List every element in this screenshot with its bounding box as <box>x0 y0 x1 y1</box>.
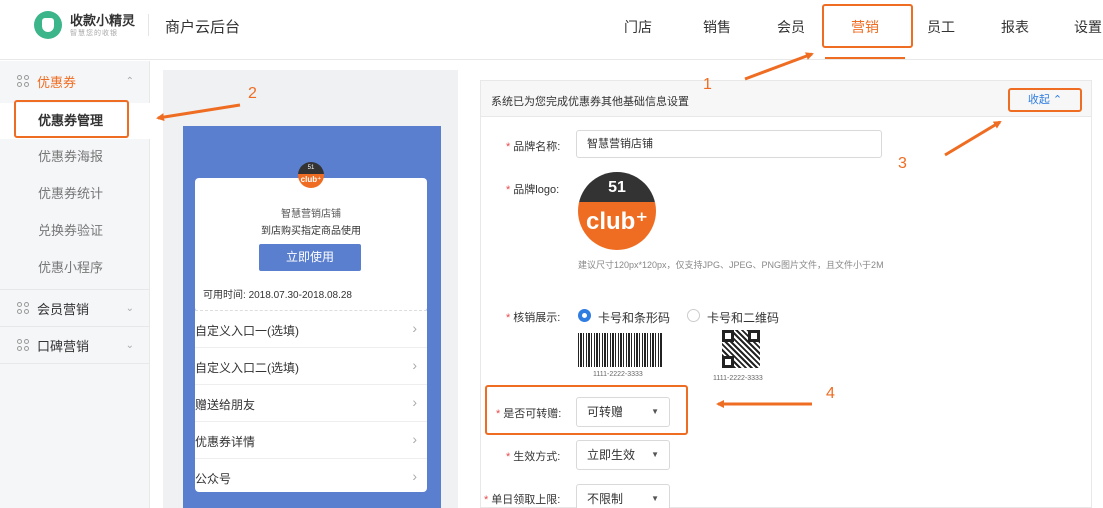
collapse-button[interactable]: 收起 ⌃ <box>1008 88 1082 112</box>
nav-item-stores[interactable]: 门店 <box>624 17 652 37</box>
chevron-right-icon: › <box>412 357 417 373</box>
radio-qrcode-label[interactable]: 卡号和二维码 <box>707 309 779 326</box>
app-title: 商户云后台 <box>165 19 241 36</box>
verify-display-label: * 核销展示: <box>506 312 561 324</box>
preview-entry-list: 自定义入口一(选填) › 自定义入口二(选填) › 赠送给朋友 › 优惠券详情 … <box>195 310 427 492</box>
annotation-number: 2 <box>248 85 257 102</box>
chevron-right-icon: › <box>412 320 417 336</box>
effect-select[interactable]: 立即生效 ▼ <box>576 440 670 470</box>
preview-logo: 51 club⁺ <box>298 162 324 188</box>
sidebar-group-coupon[interactable]: 优惠券 ⌃ <box>0 63 150 99</box>
panel-header: 系统已为您完成优惠券其他基础信息设置 <box>481 81 1091 117</box>
radio-qrcode[interactable] <box>687 309 700 322</box>
chevron-right-icon: › <box>412 394 417 410</box>
grid-icon <box>17 302 29 314</box>
header-divider <box>148 14 149 36</box>
qrcode-image <box>722 330 760 368</box>
brand-logo[interactable]: 收款小精灵 智慧您的收银 <box>34 10 135 40</box>
barcode-image <box>578 333 662 367</box>
effect-label: * 生效方式: <box>506 451 561 463</box>
brand-name-label: * 品牌名称: <box>506 141 561 153</box>
annotation-number: 3 <box>898 155 907 172</box>
caret-down-icon: ▼ <box>651 450 659 459</box>
brand-slogan: 智慧您的收银 <box>70 29 118 37</box>
sidebar-item-coupon-stats[interactable]: 优惠券统计 <box>0 176 150 212</box>
sidebar-group-label: 会员营销 <box>37 301 90 317</box>
annotation-number: 1 <box>703 76 712 93</box>
sidebar-item-voucher-verify[interactable]: 兑换券验证 <box>0 213 150 249</box>
effect-select-value: 立即生效 <box>587 448 636 462</box>
preview-desc: 到店购买指定商品使用 <box>261 226 361 237</box>
highlight-transfer-field <box>485 385 688 435</box>
caret-down-icon: ▼ <box>651 494 659 503</box>
sidebar-group-member[interactable]: 会员营销 ⌄ <box>0 290 150 326</box>
preview-time-value: 2018.07.30-2018.08.28 <box>248 290 352 301</box>
brand-logo-upload[interactable]: 51 club⁺ <box>578 172 656 250</box>
nav-item-sales[interactable]: 销售 <box>703 17 731 37</box>
chevron-down-icon: ⌄ <box>125 339 134 351</box>
highlight-marketing-nav <box>822 4 913 48</box>
sidebar-group-koubei[interactable]: 口碑营销 ⌄ <box>0 327 150 363</box>
nav-item-staff[interactable]: 员工 <box>927 17 955 37</box>
list-item[interactable]: 赠送给朋友 › <box>195 385 427 422</box>
grid-icon <box>17 339 29 351</box>
preview-shop-name: 智慧营销店铺 <box>281 209 341 220</box>
qrcode-number: 1111-2222-3333 <box>713 375 763 382</box>
daily-limit-select[interactable]: 不限制 ▼ <box>576 484 670 508</box>
logo-hint: 建议尺寸120px*120px，仅支持JPG、JPEG、PNG图片文件，且文件小… <box>578 260 884 270</box>
nav-item-members[interactable]: 会员 <box>777 17 805 37</box>
nav-active-underline <box>825 57 905 59</box>
panel-header-note: 系统已为您完成优惠券其他基础信息设置 <box>491 96 689 108</box>
list-item-label: 优惠券详情 <box>195 435 256 449</box>
list-item[interactable]: 优惠券详情 › <box>195 422 427 459</box>
use-now-button[interactable]: 立即使用 <box>259 244 361 271</box>
preview-time: 可用时间: 2018.07.30-2018.08.28 <box>203 286 352 301</box>
radio-barcode-label[interactable]: 卡号和条形码 <box>598 309 670 326</box>
sidebar-group-label: 优惠券 <box>37 74 77 90</box>
brand-name: 收款小精灵 <box>70 12 136 28</box>
chevron-right-icon: › <box>412 431 417 447</box>
sidebar-item-mini-program[interactable]: 优惠小程序 <box>0 250 150 286</box>
sidebar-item-coupon-poster[interactable]: 优惠券海报 <box>0 139 150 175</box>
brand-logo-icon <box>34 11 62 39</box>
brand-name-input[interactable]: 智慧营销店铺 <box>576 130 882 158</box>
top-bar: 收款小精灵 智慧您的收银 商户云后台 门店 销售 会员 营销 员工 报表 设置 <box>0 0 1103 60</box>
list-item[interactable]: 公众号 › <box>195 459 427 496</box>
list-item[interactable]: 自定义入口一(选填) › <box>195 311 427 348</box>
highlight-coupon-manage <box>14 100 129 138</box>
annotation-number: 4 <box>826 385 835 402</box>
chevron-up-icon: ⌃ <box>125 75 134 87</box>
chevron-down-icon: ⌄ <box>125 302 134 314</box>
daily-limit-label: * 单日领取上限: <box>484 494 561 506</box>
daily-limit-select-value: 不限制 <box>587 492 624 506</box>
list-item-label: 自定义入口一(选填) <box>195 324 299 338</box>
nav-item-reports[interactable]: 报表 <box>1001 17 1029 37</box>
barcode-number: 1111-2222-3333 <box>593 371 643 378</box>
brand-logo-label: * 品牌logo: <box>506 184 560 196</box>
sidebar-divider <box>0 363 150 364</box>
grid-icon <box>17 75 29 87</box>
list-item-label: 自定义入口二(选填) <box>195 361 299 375</box>
chevron-right-icon: › <box>412 468 417 484</box>
list-item[interactable]: 自定义入口二(选填) › <box>195 348 427 385</box>
list-item-label: 赠送给朋友 <box>195 398 256 412</box>
sidebar-group-label: 口碑营销 <box>37 338 90 354</box>
list-item-label: 公众号 <box>195 472 232 486</box>
radio-barcode[interactable] <box>578 309 591 322</box>
preview-time-label: 可用时间: <box>203 290 246 301</box>
nav-item-settings[interactable]: 设置 <box>1074 17 1102 37</box>
